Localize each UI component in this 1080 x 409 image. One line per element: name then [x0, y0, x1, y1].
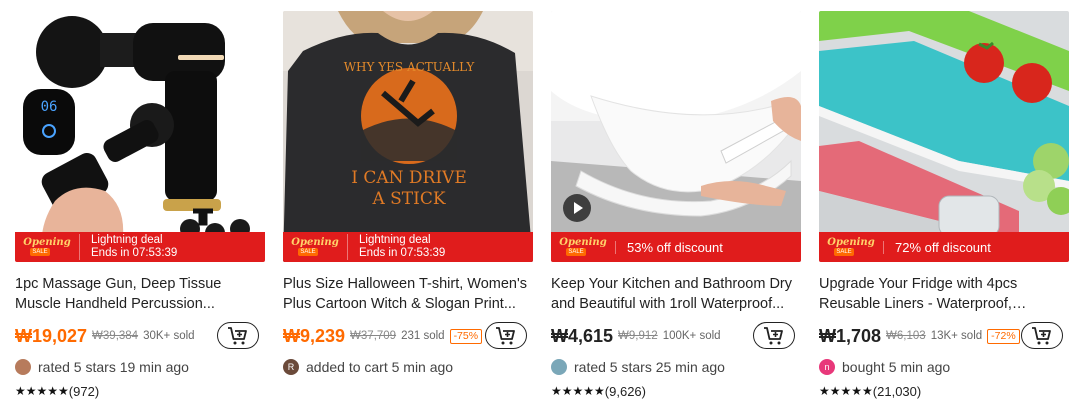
add-to-cart-button[interactable]: [217, 322, 259, 349]
add-to-cart-button[interactable]: [1021, 322, 1063, 349]
banner-text: 53% off discount: [615, 240, 723, 254]
rating[interactable]: ★★★★★ (21,030): [819, 382, 1071, 400]
shirt-slogan-3: A STICK: [371, 189, 445, 209]
shirt-slogan-1: WHY YES ACTUALLY: [344, 60, 476, 74]
price-row: ₩4,615 ₩9,912 100K+ sold: [551, 322, 803, 350]
star-rating-icon: ★★★★★: [551, 384, 605, 398]
discount-badge: -72%: [987, 328, 1020, 344]
opening-sale-badge: Opening SALE: [559, 237, 607, 256]
deal-banner: Opening SALE 53% off discount: [551, 232, 801, 262]
opening-sale-badge: Opening SALE: [291, 237, 339, 256]
review-count: (9,626): [604, 383, 646, 399]
current-price: ₩19,027: [15, 325, 88, 346]
product-grid: 06 Opening SALE Lightning deal Ends in 0…: [0, 0, 1080, 409]
product-card[interactable]: WHY YES ACTUALLY I CAN DRIVE A STICK Ope…: [283, 11, 535, 376]
product-title[interactable]: Plus Size Halloween T-shirt, Women's Plu…: [283, 274, 528, 314]
discount-badge: -75%: [449, 328, 483, 344]
play-video-icon[interactable]: [563, 194, 591, 222]
deal-banner: Opening SALE Lightning deal Ends in 07:5…: [283, 232, 533, 262]
original-price: ₩9,912: [618, 330, 658, 342]
sold-count: 231 sold: [401, 330, 445, 342]
rating[interactable]: ★★★★★ (972): [15, 382, 267, 400]
recent-activity: rated 5 stars 25 min ago: [551, 358, 803, 376]
product-image[interactable]: Opening SALE 72% off discount: [819, 11, 1069, 262]
price-row: ₩9,239 ₩37,709 231 sold -75%: [283, 322, 535, 350]
deal-banner: Opening SALE 72% off discount: [819, 232, 1069, 262]
product-title[interactable]: Keep Your Kitchen and Bathroom Dry and B…: [551, 274, 796, 314]
rating[interactable]: ★★★★★ (9,626): [551, 382, 803, 400]
recent-activity: rated 5 stars 19 min ago: [15, 358, 267, 376]
current-price: ₩9,239: [283, 325, 346, 346]
star-rating-icon: ★★★★★: [15, 384, 69, 398]
current-price: ₩4,615: [551, 325, 614, 346]
user-avatar: R: [283, 359, 299, 375]
add-to-cart-button[interactable]: [485, 322, 527, 349]
cart-icon: [228, 326, 247, 344]
sold-count: 30K+ sold: [143, 330, 195, 342]
recent-activity: R added to cart 5 min ago: [283, 358, 535, 376]
price-row: ₩1,708 ₩6,103 13K+ sold -72%: [819, 322, 1071, 350]
cart-icon: [496, 326, 515, 344]
cart-icon: [764, 326, 783, 344]
product-card[interactable]: Opening SALE 72% off discount Upgrade Yo…: [819, 11, 1071, 400]
current-price: ₩1,708: [819, 325, 882, 346]
product-image[interactable]: Opening SALE 53% off discount: [551, 11, 801, 262]
star-rating-icon: ★★★★★: [819, 384, 873, 398]
fridge-liner-image: [819, 11, 1069, 262]
opening-sale-badge: Opening SALE: [827, 237, 875, 256]
banner-text: Lightning deal Ends in 07:53:39: [79, 234, 177, 260]
halloween-shirt-image: WHY YES ACTUALLY I CAN DRIVE A STICK: [283, 11, 533, 262]
review-count: (21,030): [872, 383, 922, 399]
product-card[interactable]: 06 Opening SALE Lightning deal Ends in 0…: [15, 11, 267, 400]
cart-icon: [1032, 326, 1051, 344]
add-to-cart-button[interactable]: [753, 322, 795, 349]
original-price: ₩37,709: [350, 330, 397, 342]
banner-text: 72% off discount: [883, 240, 991, 254]
user-avatar: n: [819, 359, 835, 375]
caulk-tape-image: [551, 11, 801, 262]
original-price: ₩6,103: [886, 330, 926, 342]
review-count: (972): [68, 383, 100, 399]
user-avatar: [551, 359, 567, 375]
product-image[interactable]: WHY YES ACTUALLY I CAN DRIVE A STICK Ope…: [283, 11, 533, 262]
banner-text: Lightning deal Ends in 07:53:39: [347, 234, 445, 260]
product-image[interactable]: 06 Opening SALE Lightning deal Ends in 0…: [15, 11, 265, 262]
massage-gun-image: 06: [15, 11, 265, 262]
sold-count: 13K+ sold: [930, 330, 983, 342]
shirt-slogan-2: I CAN DRIVE: [351, 168, 467, 188]
opening-sale-badge: Opening SALE: [23, 237, 71, 256]
price-row: ₩19,027 ₩39,384 30K+ sold: [15, 322, 267, 350]
user-avatar: [15, 359, 31, 375]
product-card[interactable]: Opening SALE 53% off discount Keep Your …: [551, 11, 803, 400]
sold-count: 100K+ sold: [662, 330, 721, 342]
screen-value: 06: [41, 99, 58, 115]
product-title[interactable]: Upgrade Your Fridge with 4pcs Reusable L…: [819, 274, 1064, 314]
deal-banner: Opening SALE Lightning deal Ends in 07:5…: [15, 232, 265, 262]
product-title[interactable]: 1pc Massage Gun, Deep Tissue Muscle Hand…: [15, 274, 260, 314]
original-price: ₩39,384: [92, 330, 139, 342]
recent-activity: n bought 5 min ago: [819, 358, 1071, 376]
